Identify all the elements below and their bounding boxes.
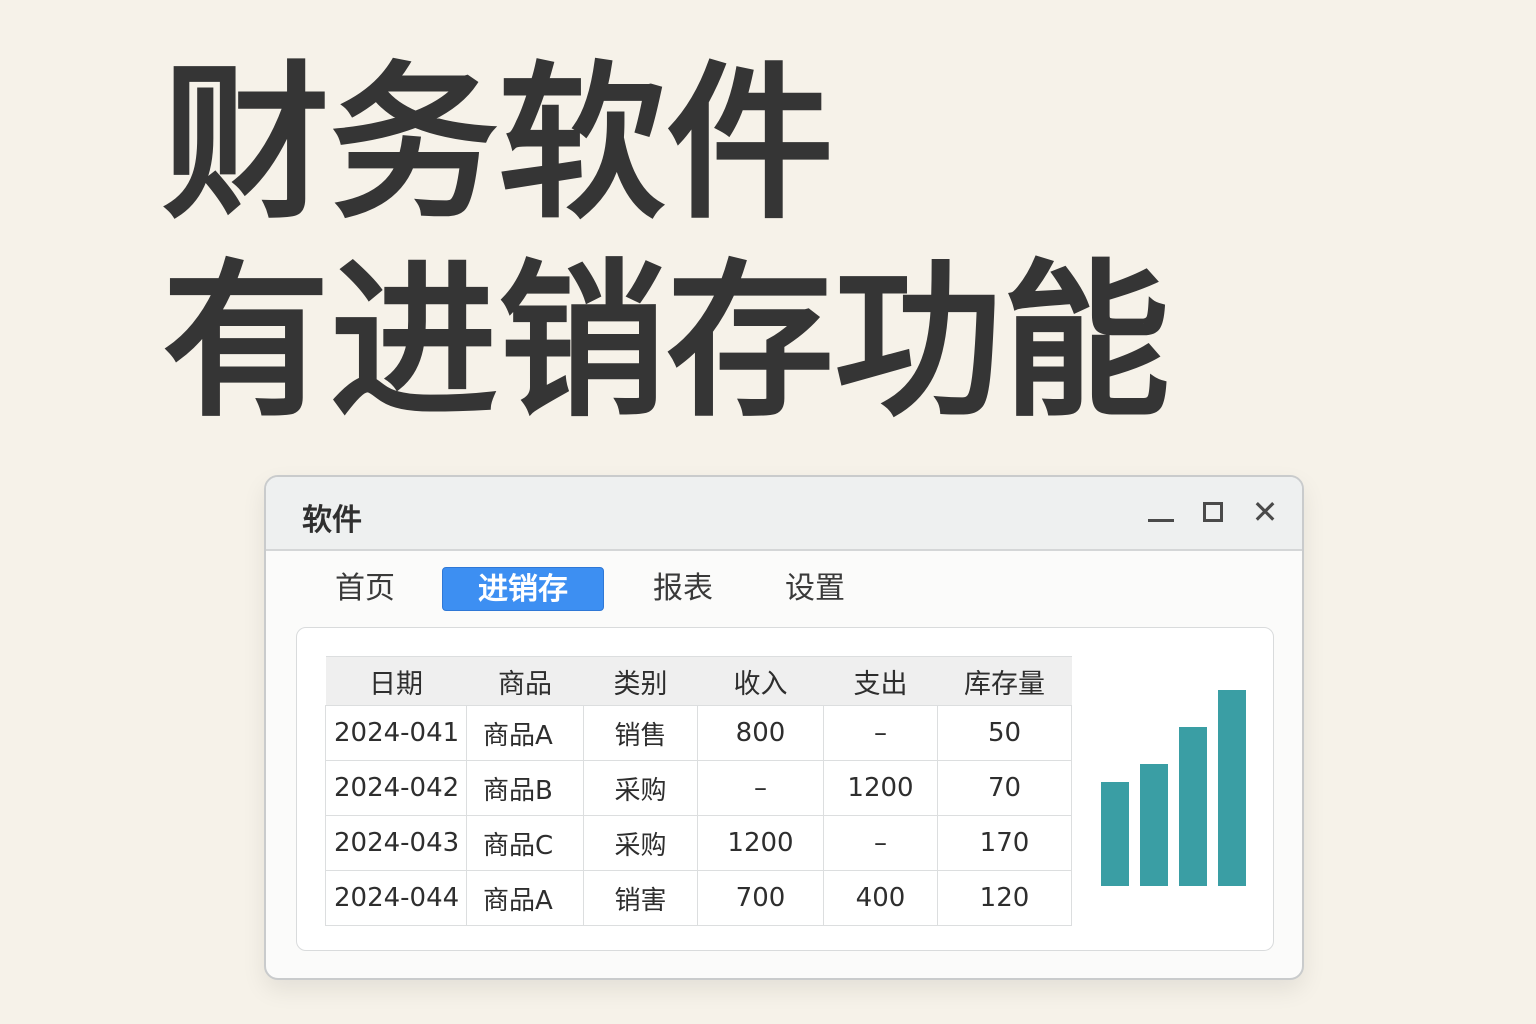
- mini-bar-chart: [1101, 690, 1251, 886]
- minimize-bar: [1148, 518, 1174, 522]
- cell-expense: –: [823, 705, 938, 761]
- headline-line-1: 财务软件: [162, 46, 834, 242]
- maximize-box: [1203, 502, 1223, 522]
- app-window: 软件 ✕ 首页 进销存 报表 设置 日期 商品 类别 收入 支出 库存量 202…: [264, 475, 1304, 980]
- cell-income: 700: [697, 870, 824, 926]
- cell-stock: 70: [937, 760, 1072, 816]
- cell-product: 商品A: [466, 705, 584, 761]
- cell-date: 2024-044: [325, 870, 467, 926]
- cell-date: 2024-043: [325, 815, 467, 871]
- table-row[interactable]: 2024-042 商品B 采购 – 1200 70: [325, 760, 1072, 816]
- cell-category: 采购: [583, 815, 698, 871]
- mini-chart-bar: [1101, 782, 1129, 886]
- cell-date: 2024-041: [325, 705, 467, 761]
- header-stock[interactable]: 库存量: [937, 656, 1072, 706]
- mini-chart-bar: [1140, 764, 1168, 886]
- inventory-table: 日期 商品 类别 收入 支出 库存量 2024-041 商品A 销售 800 –…: [325, 656, 1072, 926]
- cell-income: –: [697, 760, 824, 816]
- cell-category: 销售: [583, 705, 698, 761]
- close-icon[interactable]: ✕: [1250, 496, 1280, 528]
- minimize-icon[interactable]: [1146, 497, 1176, 527]
- cell-product: 商品C: [466, 815, 584, 871]
- header-income[interactable]: 收入: [697, 656, 824, 706]
- cell-expense: 400: [823, 870, 938, 926]
- header-category[interactable]: 类别: [583, 656, 698, 706]
- table-header-row: 日期 商品 类别 收入 支出 库存量: [325, 656, 1072, 706]
- cell-product: 商品A: [466, 870, 584, 926]
- cell-income: 800: [697, 705, 824, 761]
- cell-stock: 50: [937, 705, 1072, 761]
- title-bar: 软件 ✕: [266, 477, 1302, 551]
- header-product[interactable]: 商品: [466, 656, 584, 706]
- table-row[interactable]: 2024-044 商品A 销害 700 400 120: [325, 870, 1072, 926]
- table-row[interactable]: 2024-043 商品C 采购 1200 – 170: [325, 815, 1072, 871]
- content-panel: 日期 商品 类别 收入 支出 库存量 2024-041 商品A 销售 800 –…: [296, 627, 1274, 951]
- header-date[interactable]: 日期: [325, 656, 467, 706]
- mini-chart-bar: [1179, 727, 1207, 886]
- cell-stock: 120: [937, 870, 1072, 926]
- window-title: 软件: [302, 503, 362, 538]
- cell-income: 1200: [697, 815, 824, 871]
- cell-category: 销害: [583, 870, 698, 926]
- table-row[interactable]: 2024-041 商品A 销售 800 – 50: [325, 705, 1072, 761]
- header-expense[interactable]: 支出: [823, 656, 938, 706]
- tab-inventory[interactable]: 进销存: [442, 567, 604, 611]
- cell-stock: 170: [937, 815, 1072, 871]
- tab-settings[interactable]: 设置: [782, 567, 848, 611]
- cell-date: 2024-042: [325, 760, 467, 816]
- cell-product: 商品B: [466, 760, 584, 816]
- tab-bar: 首页 进销存 报表 设置: [266, 567, 1302, 613]
- cell-expense: –: [823, 815, 938, 871]
- tab-reports[interactable]: 报表: [650, 567, 716, 611]
- tab-home[interactable]: 首页: [332, 567, 398, 611]
- cell-category: 采购: [583, 760, 698, 816]
- cell-expense: 1200: [823, 760, 938, 816]
- mini-chart-bar: [1218, 690, 1246, 886]
- maximize-icon[interactable]: [1198, 497, 1228, 527]
- headline-line-2: 有进销存功能: [162, 244, 1170, 440]
